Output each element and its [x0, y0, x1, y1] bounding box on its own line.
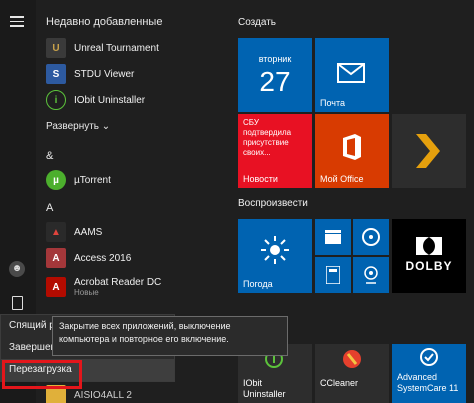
user-avatar-icon[interactable]: ☻ [9, 261, 25, 277]
group-create: Создать [238, 17, 277, 28]
app-label: AAMS [74, 226, 103, 238]
restart-tooltip: Закрытие всех приложений, выключение ком… [52, 316, 288, 356]
plex-tile[interactable] [392, 114, 466, 188]
stdu-viewer-icon: S [46, 64, 66, 84]
aams-icon: ▲ [46, 222, 66, 242]
calendar-tile[interactable]: вторник 27 [238, 38, 312, 112]
groove-tile[interactable] [353, 219, 389, 255]
webcam-icon [364, 266, 378, 284]
sun-icon [261, 236, 289, 264]
new-badge: Новые [74, 288, 99, 297]
app-label: AISIO4ALL 2 [74, 389, 132, 401]
news-headline: СБУ подтвердила присутствие своих... [243, 118, 292, 157]
plex-chevron-icon [416, 134, 440, 168]
unreal-tournament-icon: U [46, 38, 66, 58]
app-label: Acrobat Reader DC [74, 277, 162, 288]
iobit-label: IObit Uninstaller [243, 378, 286, 399]
app-label: IObit Uninstaller [74, 94, 146, 106]
camera-tile[interactable] [353, 257, 389, 293]
calculator-icon [326, 266, 340, 284]
app-access[interactable]: A Access 2016 [46, 247, 131, 269]
ccleaner-icon [343, 350, 361, 368]
app-label: STDU Viewer [74, 68, 135, 80]
mail-icon [337, 63, 365, 83]
calendar-date: 27 [259, 66, 291, 97]
clapper-icon [325, 230, 341, 244]
expand-button[interactable]: Развернуть ⌄ [46, 121, 110, 132]
dolby-label: DOLBY [405, 259, 453, 273]
dolby-logo-icon [416, 237, 442, 255]
acrobat-icon: A [46, 277, 66, 297]
mail-label: Почта [320, 98, 345, 108]
calendar-day: вторник [258, 54, 292, 64]
app-label: Unreal Tournament [74, 42, 159, 54]
ccleaner-tile[interactable]: CCleaner [315, 344, 389, 403]
app-acrobat[interactable]: A Acrobat Reader DC Новые [46, 273, 161, 301]
office-icon [343, 134, 361, 160]
app-stdu-viewer[interactable]: S STDU Viewer [46, 63, 134, 85]
ccleaner-label: CCleaner [320, 378, 359, 388]
acrobat-text: Acrobat Reader DC Новые [74, 277, 161, 297]
weather-label: Погода [243, 279, 273, 289]
recent-header: Недавно добавленные [46, 16, 163, 28]
letter-amp[interactable]: & [46, 150, 53, 162]
movies-tile[interactable] [315, 219, 351, 255]
app-label: Access 2016 [74, 252, 132, 264]
advanced-systemcare-tile[interactable]: Advanced SystemCare 11 [392, 344, 466, 403]
app-unreal-tournament[interactable]: U Unreal Tournament [46, 37, 159, 59]
weather-tile[interactable]: Погода [238, 219, 312, 293]
app-utorrent[interactable]: µ µTorrent [46, 169, 111, 191]
office-label: Мой Office [320, 174, 364, 184]
hamburger-menu-icon[interactable] [10, 16, 24, 28]
documents-icon[interactable] [12, 296, 23, 310]
news-tile[interactable]: СБУ подтвердила присутствие своих... Нов… [238, 114, 312, 188]
my-office-tile[interactable]: Мой Office [315, 114, 389, 188]
iobit-uninstaller-icon: i [46, 90, 66, 110]
group-play: Воспроизвести [238, 198, 308, 209]
dolby-tile[interactable]: DOLBY [392, 219, 466, 293]
mail-tile[interactable]: Почта [315, 38, 389, 112]
letter-a[interactable]: A [46, 202, 53, 214]
news-label: Новости [243, 174, 278, 184]
app-aams[interactable]: ▲ AAMS [46, 221, 102, 243]
access-icon: A [46, 248, 66, 268]
red-highlight-box [2, 360, 82, 389]
utorrent-icon: µ [46, 170, 66, 190]
systemcare-label: Advanced SystemCare 11 [397, 372, 459, 393]
disc-icon [362, 228, 380, 246]
calculator-tile[interactable] [315, 257, 351, 293]
app-label: µTorrent [74, 174, 111, 186]
systemcare-icon [420, 348, 438, 366]
app-iobit-uninstaller[interactable]: i IObit Uninstaller [46, 89, 145, 111]
